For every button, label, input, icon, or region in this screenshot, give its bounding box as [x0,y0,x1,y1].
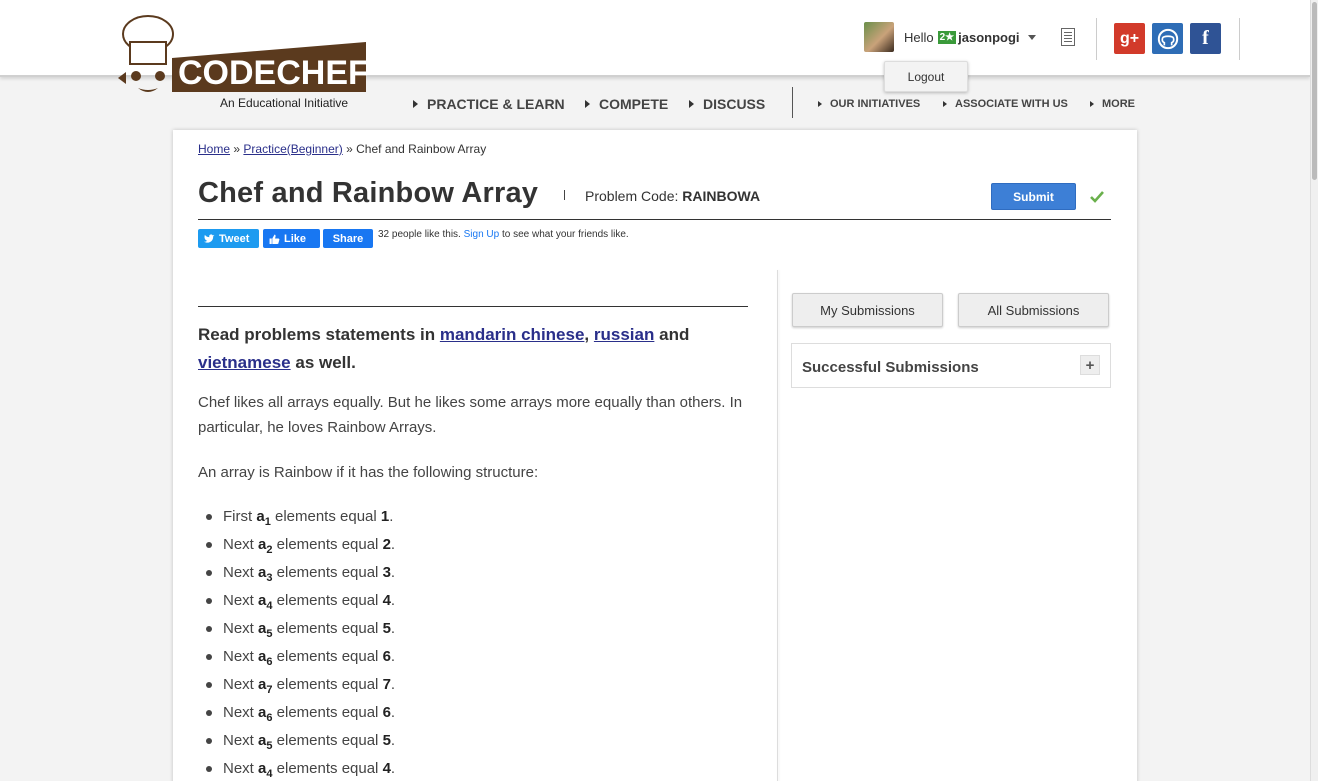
scrollbar-thumb[interactable] [1312,2,1317,180]
link-vietnamese[interactable]: vietnamese [198,353,291,372]
link-mandarin[interactable]: mandarin chinese [440,325,585,344]
problem-card: Home » Practice(Beginner) » Chef and Rai… [173,130,1137,781]
signup-link[interactable]: Sign Up [464,229,500,240]
header-divider [1239,18,1240,60]
chevron-down-icon[interactable] [1027,34,1036,40]
nav-associate[interactable]: ASSOCIATE WITH US [943,98,1068,110]
rating-badge: 2★ [937,30,957,44]
logout-button[interactable]: Logout [884,61,968,92]
github-icon[interactable] [1152,23,1183,54]
list-item: Next a6 elements equal 6. [198,644,748,672]
logo-subtitle: An Educational Initiative [220,96,349,110]
nav-compete[interactable]: COMPETE [585,96,668,112]
list-item: Next a5 elements equal 5. [198,728,748,756]
list-item: Next a6 elements equal 6. [198,700,748,728]
list-item: Next a4 elements equal 4. [198,756,748,781]
my-submissions-button[interactable]: My Submissions [792,293,943,327]
twitter-icon [204,233,215,243]
nav-practice[interactable]: PRACTICE & LEARN [413,96,565,112]
nav-our-initiatives[interactable]: OUR INITIATIVES [818,98,920,110]
check-icon [1090,191,1104,203]
link-russian[interactable]: russian [594,325,654,344]
caret-right-icon [585,100,590,108]
problem-statement: Read problems statements in mandarin chi… [198,306,748,781]
rainbow-structure-list: First a1 elements equal 1. Next a2 eleme… [198,504,748,781]
list-item: Next a7 elements equal 7. [198,672,748,700]
breadcrumb: Home » Practice(Beginner) » Chef and Rai… [198,142,487,156]
user-menu[interactable]: Hello 2★ jasonpogi [864,22,1036,52]
translations-heading: Read problems statements in mandarin chi… [198,325,690,372]
successful-submissions-label: Successful Submissions [802,359,979,376]
column-divider [777,270,778,781]
fb-share-button[interactable]: Share [323,229,373,248]
facebook-icon[interactable]: f [1190,23,1221,54]
title-divider [564,190,565,200]
caret-right-icon [1090,101,1094,107]
nav-more[interactable]: MORE [1090,98,1135,110]
list-item: Next a5 elements equal 5. [198,616,748,644]
expand-icon[interactable]: + [1080,355,1100,375]
all-submissions-button[interactable]: All Submissions [958,293,1109,327]
breadcrumb-home[interactable]: Home [198,142,230,156]
caret-right-icon [943,101,947,107]
thumbs-up-icon [269,234,280,244]
statement-paragraph: Chef likes all arrays equally. But he li… [198,394,743,436]
successful-submissions-panel[interactable]: Successful Submissions + [791,343,1111,388]
notepad-icon[interactable] [1061,28,1075,46]
list-item: First a1 elements equal 1. [198,504,748,532]
header-divider [1096,18,1097,60]
list-item: Next a4 elements equal 4. [198,588,748,616]
breadcrumb-current: Chef and Rainbow Array [356,142,487,156]
nav-divider [792,87,793,118]
greeting: Hello [904,29,934,45]
statement-rule [198,306,748,307]
tweet-button[interactable]: Tweet [198,229,259,248]
fb-likes-text: 32 people like this. Sign Up to see what… [378,229,629,240]
breadcrumb-practice[interactable]: Practice(Beginner) [243,142,342,156]
google-plus-icon[interactable]: g+ [1114,23,1145,54]
problem-code: Problem Code: RAINBOWA [585,188,761,204]
avatar[interactable] [864,22,894,52]
username[interactable]: jasonpogi [958,30,1019,45]
submit-button[interactable]: Submit [991,183,1076,210]
caret-right-icon [818,101,822,107]
list-item: Next a3 elements equal 3. [198,560,748,588]
caret-right-icon [689,100,694,108]
logo-wordmark: CODECHEF [178,54,369,92]
list-item: Next a2 elements equal 2. [198,532,748,560]
nav-discuss[interactable]: DISCUSS [689,96,765,112]
caret-right-icon [413,100,418,108]
fb-like-button[interactable]: Like [263,229,320,248]
statement-paragraph: An array is Rainbow if it has the follow… [198,464,539,481]
title-rule [198,219,1111,220]
page-title: Chef and Rainbow Array [198,177,539,209]
